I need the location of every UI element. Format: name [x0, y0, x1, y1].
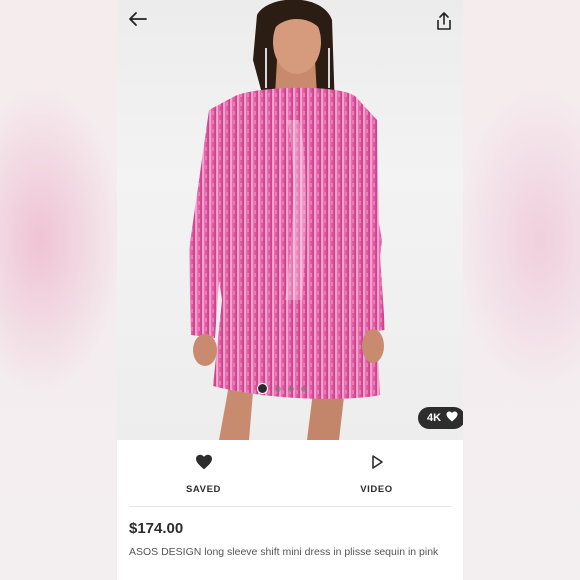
pagination-dot[interactable]	[275, 385, 281, 392]
badge-label: 4K	[427, 412, 442, 424]
product-actions: SAVED VIDEO	[117, 440, 463, 508]
share-icon[interactable]	[431, 8, 457, 34]
carousel-pagination	[257, 383, 307, 394]
pagination-dot-active[interactable]	[257, 383, 268, 394]
product-title: ASOS DESIGN long sleeve shift mini dress…	[129, 546, 439, 558]
video-label: VIDEO	[360, 484, 393, 495]
product-page: 4K SAVED VIDEO $174.00 ASOS DESIGN long …	[117, 0, 463, 580]
saved-button[interactable]: SAVED	[117, 440, 290, 508]
heart-icon	[446, 411, 458, 425]
saved-label: SAVED	[185, 484, 222, 495]
divider	[129, 506, 451, 507]
4k-badge[interactable]: 4K	[418, 407, 463, 429]
product-image	[189, 0, 385, 440]
pagination-dot[interactable]	[288, 385, 294, 392]
product-image-carousel[interactable]: 4K	[117, 0, 463, 440]
heart-filled-icon	[195, 454, 213, 475]
product-price: $174.00	[129, 520, 184, 537]
video-button[interactable]: VIDEO	[290, 440, 463, 508]
play-icon	[369, 454, 385, 475]
back-arrow-icon[interactable]	[125, 6, 151, 32]
pagination-dot[interactable]	[301, 385, 307, 392]
